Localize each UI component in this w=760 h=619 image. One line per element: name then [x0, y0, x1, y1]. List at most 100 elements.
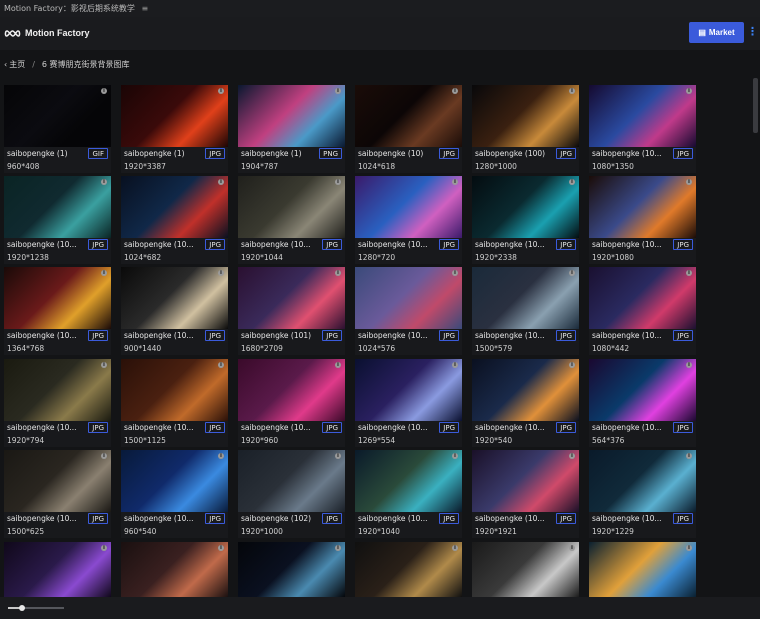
info-icon[interactable]: i: [686, 88, 692, 94]
asset-thumbnail[interactable]: [355, 267, 462, 329]
asset-card[interactable]: i saibopengke (10... JPG 1920*1229: [589, 450, 696, 538]
info-icon[interactable]: i: [452, 270, 458, 276]
asset-card[interactable]: i saibopengke (10... JPG 1920*794: [4, 359, 111, 447]
asset-card[interactable]: i saibopengke (10... JPG 1920*540: [472, 359, 579, 447]
info-icon[interactable]: i: [569, 88, 575, 94]
asset-card[interactable]: i saibopengke (102) JPG 1920*1000: [238, 450, 345, 538]
zoom-slider-thumb[interactable]: [19, 605, 25, 611]
asset-thumbnail[interactable]: [355, 359, 462, 421]
asset-card[interactable]: i saibopengke (10... JPG 900*1440: [121, 267, 228, 355]
asset-card[interactable]: i saibopengke (10... JPG 1920*1040: [355, 450, 462, 538]
info-icon[interactable]: i: [335, 88, 341, 94]
asset-card[interactable]: i saibopengke (10... JPG 564*376: [589, 359, 696, 447]
info-icon[interactable]: i: [335, 179, 341, 185]
asset-card[interactable]: i: [121, 542, 228, 597]
info-icon[interactable]: i: [101, 453, 107, 459]
asset-card[interactable]: i saibopengke (10... JPG 1920*960: [238, 359, 345, 447]
asset-thumbnail[interactable]: [121, 542, 228, 597]
asset-thumbnail[interactable]: [238, 267, 345, 329]
asset-thumbnail[interactable]: [4, 85, 111, 147]
asset-thumbnail[interactable]: [472, 176, 579, 238]
asset-thumbnail[interactable]: [121, 359, 228, 421]
asset-thumbnail[interactable]: [238, 359, 345, 421]
asset-thumbnail[interactable]: [4, 542, 111, 597]
asset-thumbnail[interactable]: [238, 176, 345, 238]
asset-thumbnail[interactable]: [238, 85, 345, 147]
asset-card[interactable]: i: [355, 542, 462, 597]
info-icon[interactable]: i: [218, 270, 224, 276]
asset-thumbnail[interactable]: [355, 176, 462, 238]
asset-card[interactable]: i saibopengke (10... JPG 1364*768: [4, 267, 111, 355]
asset-thumbnail[interactable]: [589, 176, 696, 238]
asset-card[interactable]: i saibopengke (10... JPG 1024*576: [355, 267, 462, 355]
info-icon[interactable]: i: [218, 453, 224, 459]
vertical-scrollbar[interactable]: [753, 78, 758, 133]
asset-thumbnail[interactable]: [4, 267, 111, 329]
info-icon[interactable]: i: [452, 545, 458, 551]
info-icon[interactable]: i: [686, 453, 692, 459]
asset-thumbnail[interactable]: [121, 176, 228, 238]
asset-card[interactable]: i saibopengke (10... JPG 1920*1044: [238, 176, 345, 264]
asset-thumbnail[interactable]: [472, 85, 579, 147]
asset-card[interactable]: i: [589, 542, 696, 597]
asset-thumbnail[interactable]: [121, 85, 228, 147]
asset-card[interactable]: i saibopengke (10... JPG 1500*579: [472, 267, 579, 355]
asset-thumbnail[interactable]: [121, 450, 228, 512]
asset-thumbnail[interactable]: [589, 542, 696, 597]
info-icon[interactable]: i: [101, 545, 107, 551]
asset-card[interactable]: i saibopengke (10... JPG 960*540: [121, 450, 228, 538]
asset-card[interactable]: i: [4, 542, 111, 597]
info-icon[interactable]: i: [101, 88, 107, 94]
asset-thumbnail[interactable]: [4, 450, 111, 512]
info-icon[interactable]: i: [452, 88, 458, 94]
asset-thumbnail[interactable]: [589, 267, 696, 329]
info-icon[interactable]: i: [686, 179, 692, 185]
info-icon[interactable]: i: [335, 270, 341, 276]
asset-card[interactable]: i saibopengke (10... JPG 1500*1125: [121, 359, 228, 447]
asset-thumbnail[interactable]: [355, 450, 462, 512]
info-icon[interactable]: i: [101, 270, 107, 276]
asset-card[interactable]: i saibopengke (1) JPG 1920*3387: [121, 85, 228, 173]
info-icon[interactable]: i: [335, 362, 341, 368]
asset-card[interactable]: i saibopengke (1) GIF 960*408: [4, 85, 111, 173]
info-icon[interactable]: i: [569, 453, 575, 459]
asset-card[interactable]: i saibopengke (10... JPG 1280*720: [355, 176, 462, 264]
info-icon[interactable]: i: [452, 453, 458, 459]
info-icon[interactable]: i: [686, 362, 692, 368]
asset-thumbnail[interactable]: [472, 450, 579, 512]
info-icon[interactable]: i: [452, 362, 458, 368]
info-icon[interactable]: i: [335, 453, 341, 459]
asset-thumbnail[interactable]: [238, 542, 345, 597]
info-icon[interactable]: i: [686, 270, 692, 276]
asset-thumbnail[interactable]: [472, 267, 579, 329]
asset-card[interactable]: i saibopengke (10... JPG 1920*1921: [472, 450, 579, 538]
asset-card[interactable]: i saibopengke (10... JPG 1500*625: [4, 450, 111, 538]
info-icon[interactable]: i: [569, 545, 575, 551]
asset-thumbnail[interactable]: [355, 85, 462, 147]
asset-card[interactable]: i saibopengke (10... JPG 1920*1238: [4, 176, 111, 264]
asset-card[interactable]: i saibopengke (10... JPG 1920*1080: [589, 176, 696, 264]
info-icon[interactable]: i: [218, 362, 224, 368]
asset-thumbnail[interactable]: [121, 267, 228, 329]
asset-card[interactable]: i saibopengke (10) JPG 1024*618: [355, 85, 462, 173]
info-icon[interactable]: i: [218, 545, 224, 551]
info-icon[interactable]: i: [452, 179, 458, 185]
info-icon[interactable]: i: [569, 270, 575, 276]
asset-thumbnail[interactable]: [238, 450, 345, 512]
asset-card[interactable]: i saibopengke (100) JPG 1280*1000: [472, 85, 579, 173]
asset-thumbnail[interactable]: [589, 359, 696, 421]
zoom-slider[interactable]: [8, 605, 64, 611]
asset-card[interactable]: i saibopengke (101) JPG 1680*2709: [238, 267, 345, 355]
asset-card[interactable]: i saibopengke (10... JPG 1269*554: [355, 359, 462, 447]
asset-card[interactable]: i saibopengke (10... JPG 1080*442: [589, 267, 696, 355]
asset-thumbnail[interactable]: [4, 176, 111, 238]
asset-card[interactable]: i: [238, 542, 345, 597]
asset-card[interactable]: i saibopengke (1) PNG 1904*787: [238, 85, 345, 173]
asset-thumbnail[interactable]: [589, 450, 696, 512]
info-icon[interactable]: i: [569, 362, 575, 368]
asset-thumbnail[interactable]: [355, 542, 462, 597]
info-icon[interactable]: i: [569, 179, 575, 185]
asset-thumbnail[interactable]: [472, 542, 579, 597]
asset-card[interactable]: i saibopengke (10... JPG 1024*682: [121, 176, 228, 264]
info-icon[interactable]: i: [686, 545, 692, 551]
